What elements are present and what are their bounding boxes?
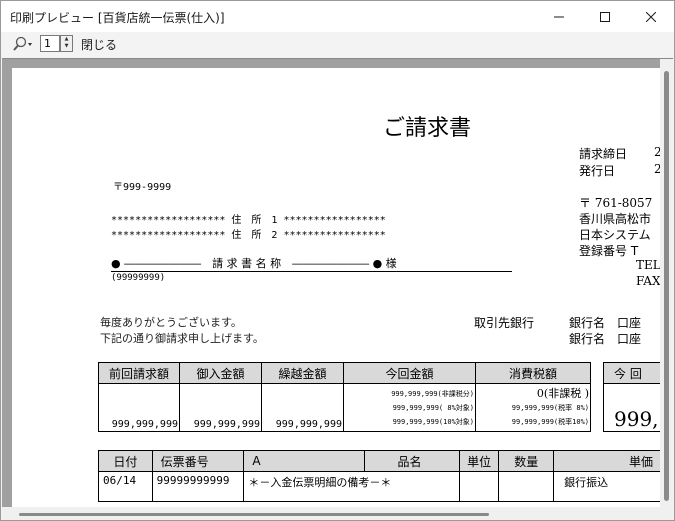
sender-registration-number: 登録番号 T: [579, 244, 639, 258]
header-date: 日付: [98, 450, 153, 472]
customer-address-1: ******************* 住 所 1 **************…: [111, 215, 386, 226]
header-tax-amount: 消費税額: [475, 362, 591, 384]
greeting-line-1: 毎度ありがとうございます。: [100, 316, 242, 329]
row-quantity: [498, 471, 555, 502]
tax-8pct: 99,999,999(税率 8%): [511, 403, 589, 412]
payment-received-value: 999,999,999: [179, 383, 262, 432]
closing-date-label: 請求締日: [579, 147, 628, 161]
horizontal-scroll-thumb[interactable]: [19, 513, 489, 516]
tax-10pct: 99,999,999(税率10%): [511, 417, 589, 426]
vertical-scroll-thumb[interactable]: [664, 71, 669, 501]
spin-up-icon[interactable]: ▲: [61, 36, 72, 43]
row-item-name: ＊－入金伝票明細の備考－＊: [243, 471, 461, 502]
customer-code: (99999999): [111, 273, 166, 283]
current-8pct: 999,999,999( 8%対象): [392, 403, 474, 412]
current-amount-cell: 999,999,999(非課税分) 999,999,999( 8%対象) 999…: [343, 383, 476, 432]
tax-nontaxable: 0(非課税 ): [536, 386, 589, 400]
page-number-input[interactable]: 1: [40, 35, 60, 52]
header-payment-received: 御入金額: [179, 362, 262, 384]
row-unit-price: 銀行振込: [553, 471, 662, 502]
invoice-title: ご請求書: [383, 116, 472, 141]
carryover-value: 999,999,999: [261, 383, 344, 432]
sender-postal: 〒 761-8057: [579, 196, 653, 210]
row-date: 06/14: [98, 471, 153, 502]
row-slip-number: 99999999999: [151, 471, 245, 502]
header-quantity: 数量: [498, 450, 555, 472]
bank-line-2: 銀行名 口座: [569, 332, 642, 346]
bank-line-1: 銀行名 口座: [569, 316, 642, 330]
maximize-button[interactable]: [582, 1, 628, 32]
current-10pct: 999,999,999(10%対象): [392, 417, 474, 426]
close-icon: [646, 11, 656, 22]
header-carryover: 繰越金額: [261, 362, 344, 384]
header-total: 今 回: [603, 362, 662, 384]
title-bar: 印刷プレビュー [百貨店統一伝票(仕入)]: [1, 1, 674, 32]
maximize-icon: [600, 11, 610, 22]
header-slip-number: 伝票番号: [151, 450, 245, 472]
detail-table: 日付 伝票番号 A 品名 単位 数量 単価 06/14 99999999999 …: [98, 450, 662, 502]
minimize-icon: [554, 16, 564, 17]
current-nontaxable: 999,999,999(非課税分): [391, 389, 474, 398]
invoice-name-line: ● ――――――― 請 求 書 名 称 ――――――― ● 様: [111, 257, 397, 270]
sender-address: 香川県高松市: [579, 212, 652, 226]
prev-billing-value: 999,999,999: [98, 383, 180, 432]
vertical-scrollbar[interactable]: [660, 59, 673, 507]
customer-address-2: ******************* 住 所 2 **************…: [111, 230, 386, 241]
sender-fax: FAX: [636, 274, 661, 288]
spin-down-icon[interactable]: ▼: [61, 43, 72, 50]
name-underline: [111, 271, 512, 272]
magnifier-icon: [13, 36, 32, 51]
horizontal-scrollbar[interactable]: [2, 507, 673, 520]
summary-table: 前回請求額 御入金額 繰越金額 今回金額 消費税額 999,999,999 99…: [98, 362, 591, 432]
row-unit: [459, 471, 500, 502]
sender-company: 日本システム: [579, 228, 651, 242]
issue-date-label: 発行日: [579, 164, 616, 178]
header-a: A: [243, 450, 366, 472]
header-item-name: 品名: [364, 450, 460, 472]
zoom-dropdown-button[interactable]: [12, 36, 34, 52]
toolbar: 1 ▲ ▼ 閉じる: [1, 32, 674, 56]
preview-viewport[interactable]: ご請求書 請求締日 2 発行日 2 〒999-9999 ************…: [2, 58, 673, 507]
tax-amount-cell: 0(非課税 ) 99,999,999(税率 8%) 99,999,999(税率1…: [475, 383, 591, 432]
header-unit-price: 単価: [553, 450, 662, 472]
header-current-amount: 今回金額: [343, 362, 476, 384]
sender-tel: TEL: [636, 258, 661, 272]
close-preview-button[interactable]: 閉じる: [81, 36, 117, 53]
window-title: 印刷プレビュー [百貨店統一伝票(仕入)]: [10, 11, 225, 25]
greeting-line-2: 下記の通り御請求申し上げます。: [100, 332, 264, 345]
total-table: 今 回 999,: [603, 362, 662, 432]
minimize-button[interactable]: [536, 1, 582, 32]
customer-postal: 〒999-9999: [113, 182, 172, 193]
header-unit: 単位: [459, 450, 500, 472]
page-spinner[interactable]: ▲ ▼: [60, 35, 73, 52]
close-window-button[interactable]: [628, 1, 674, 32]
table-row: 06/14 99999999999 ＊－入金伝票明細の備考－＊ 銀行振込: [98, 471, 662, 502]
header-prev-billing: 前回請求額: [98, 362, 180, 384]
invoice-page: ご請求書 請求締日 2 発行日 2 〒999-9999 ************…: [12, 68, 662, 507]
bank-label: 取引先銀行: [474, 316, 535, 330]
print-preview-window: 印刷プレビュー [百貨店統一伝票(仕入)] 1 ▲ ▼ 閉じる ご請求書 請求締…: [0, 0, 675, 521]
total-value: 999,: [603, 383, 662, 432]
